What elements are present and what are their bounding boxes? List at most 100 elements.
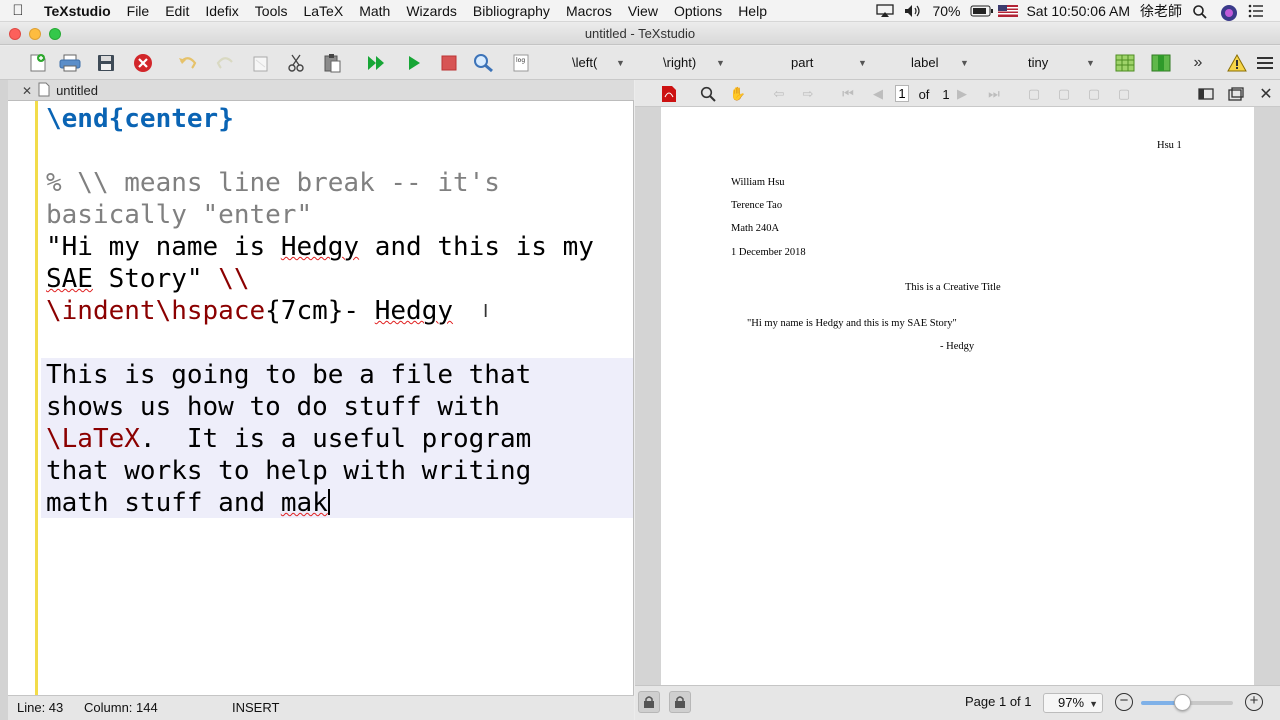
more-tools-icon[interactable]: »	[1187, 53, 1209, 73]
pdf-signature: - Hedgy	[940, 341, 975, 352]
menu-options[interactable]: Options	[666, 3, 730, 19]
build-and-view-icon[interactable]	[366, 53, 388, 73]
menu-edit[interactable]: Edit	[157, 3, 197, 19]
close-tab-icon[interactable]: ✕	[22, 84, 32, 98]
minimize-window-button[interactable]	[29, 28, 41, 40]
zoom-slider-knob[interactable]	[1174, 694, 1192, 711]
clock[interactable]: Sat 10:50:06 AM	[1026, 3, 1130, 19]
fit-page-icon[interactable]: ▢	[1115, 85, 1133, 103]
code-editor[interactable]: \end{center} % \\ means line break -- it'…	[8, 101, 634, 695]
code-line[interactable]: shows us how to do stuff with	[46, 391, 632, 423]
menu-macros[interactable]: Macros	[558, 3, 620, 19]
code-line[interactable]: math stuff and mak	[46, 487, 632, 519]
close-window-button[interactable]	[9, 28, 21, 40]
menu-wizards[interactable]: Wizards	[398, 3, 465, 19]
volume-icon[interactable]	[904, 4, 922, 18]
back-icon[interactable]: ⇦	[770, 85, 788, 103]
document-icon	[38, 82, 50, 100]
code-token: center	[124, 104, 219, 134]
app-menu[interactable]: TeXstudio	[36, 3, 119, 19]
tab-label: untitled	[56, 83, 98, 98]
right-delimiter-dropdown[interactable]: \right) ▼	[663, 55, 725, 70]
view-log-icon[interactable]: log	[510, 53, 532, 73]
edit-mode-indicator[interactable]: INSERT	[232, 700, 279, 715]
left-delimiter-dropdown[interactable]: \left(▼	[572, 55, 625, 70]
last-page-icon[interactable]: ⏭	[985, 85, 1003, 103]
sectioning-dropdown[interactable]: part ▼	[791, 55, 867, 70]
code-line[interactable]: "Hi my name is Hedgy and this is my	[46, 231, 632, 263]
scroll-lock-icon[interactable]	[669, 691, 691, 713]
new-file-icon[interactable]	[27, 53, 49, 73]
code-line[interactable]: \end{center}	[46, 103, 632, 135]
stop-compile-icon[interactable]	[438, 53, 460, 73]
zoom-out-icon[interactable]: −	[1115, 693, 1133, 711]
pdf-search-icon[interactable]	[699, 85, 717, 103]
code-lines[interactable]: \end{center} % \\ means line break -- it'…	[46, 103, 632, 519]
first-page-icon[interactable]: ⏮	[839, 85, 857, 103]
undo-icon[interactable]	[177, 53, 199, 73]
side-panel-edge	[0, 80, 8, 720]
battery-icon[interactable]	[970, 4, 994, 18]
menu-latex[interactable]: LaTeX	[295, 3, 351, 19]
cut-icon[interactable]	[285, 53, 307, 73]
embed-icon[interactable]	[1197, 85, 1215, 103]
continuous-icon[interactable]: ▢	[1055, 85, 1073, 103]
forward-icon[interactable]: ⇨	[799, 85, 817, 103]
save-icon[interactable]	[95, 53, 117, 73]
zoom-in-icon[interactable]: +	[1245, 693, 1263, 711]
pdf-header: Hsu 1	[1157, 140, 1182, 151]
apple-icon[interactable]: 	[0, 2, 36, 19]
airplay-icon[interactable]	[876, 4, 895, 18]
tabular-column-icon[interactable]	[1150, 53, 1172, 73]
pdf-file-icon[interactable]	[660, 85, 678, 103]
code-line[interactable]: that works to help with writing	[46, 455, 632, 487]
user-name[interactable]: 徐老師	[1140, 1, 1182, 21]
menu-file[interactable]: File	[119, 3, 158, 19]
zoom-select[interactable]: 97% ▼	[1043, 693, 1103, 713]
code-line[interactable]	[46, 327, 632, 359]
code-token: Story"	[92, 264, 219, 294]
menu-help[interactable]: Help	[730, 3, 775, 19]
two-pages-icon[interactable]: ▢	[1085, 85, 1103, 103]
view-pdf-icon[interactable]	[473, 53, 495, 73]
code-line[interactable]: \indent\hspace{7cm}- Hedgy	[46, 295, 632, 327]
code-line[interactable]: This is going to be a file that	[46, 359, 632, 391]
code-line[interactable]: % \\ means line break -- it's	[46, 167, 632, 199]
siri-icon[interactable]	[1220, 4, 1238, 21]
tab-untitled[interactable]: ✕ untitled	[16, 80, 104, 101]
warning-icon[interactable]	[1226, 53, 1248, 73]
font-size-dropdown[interactable]: tiny ▼	[1028, 55, 1095, 70]
print-icon[interactable]	[59, 53, 81, 73]
page-number-input[interactable]: 1	[895, 85, 909, 102]
copy-page-icon[interactable]	[249, 53, 271, 73]
menu-view[interactable]: View	[620, 3, 666, 19]
window-icon[interactable]	[1227, 85, 1245, 103]
menu-idefix[interactable]: Idefix	[197, 3, 246, 19]
table-icon[interactable]	[1114, 53, 1136, 73]
redo-icon[interactable]	[214, 53, 236, 73]
code-token: and this is my	[359, 232, 594, 262]
spotlight-icon[interactable]	[1192, 4, 1210, 19]
code-line[interactable]	[46, 135, 632, 167]
code-line[interactable]: SAE Story" \\	[46, 263, 632, 295]
close-document-icon[interactable]	[132, 53, 154, 73]
menu-tools[interactable]: Tools	[247, 3, 296, 19]
notification-center-icon[interactable]	[1248, 4, 1266, 18]
single-page-icon[interactable]: ▢	[1025, 85, 1043, 103]
sync-lock-icon[interactable]	[638, 691, 660, 713]
menu-icon[interactable]	[1254, 53, 1276, 73]
paste-icon[interactable]	[321, 53, 343, 73]
close-pdf-icon[interactable]: ✕	[1257, 85, 1275, 103]
pdf-status-bar: Page 1 of 1 97% ▼ − +	[635, 685, 1280, 720]
previous-page-icon[interactable]: ◀	[869, 85, 887, 103]
code-line[interactable]: basically "enter"	[46, 199, 632, 231]
code-line[interactable]: \LaTeX. It is a useful program	[46, 423, 632, 455]
menu-bibliography[interactable]: Bibliography	[465, 3, 558, 19]
compile-icon[interactable]	[403, 53, 425, 73]
next-page-icon[interactable]: ▶	[953, 85, 971, 103]
flag-icon[interactable]	[998, 4, 1019, 18]
zoom-window-button[interactable]	[49, 28, 61, 40]
menu-math[interactable]: Math	[351, 3, 398, 19]
hand-tool-icon[interactable]: ✋	[729, 85, 747, 103]
references-dropdown[interactable]: label ▼	[911, 55, 969, 70]
